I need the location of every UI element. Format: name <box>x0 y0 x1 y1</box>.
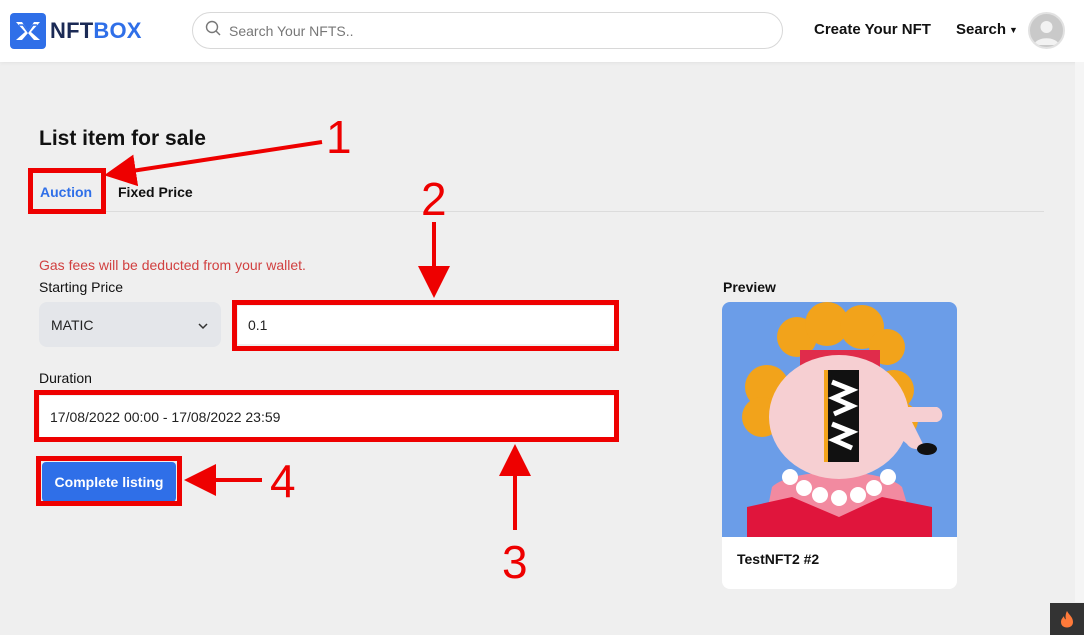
search-icon <box>205 20 221 41</box>
currency-value: MATIC <box>51 316 94 333</box>
avatar-icon <box>1034 21 1059 45</box>
annotation-box-price <box>232 300 619 351</box>
preview-label: Preview <box>723 279 776 295</box>
nft-artwork-image <box>722 302 957 537</box>
search-bar[interactable] <box>192 12 783 49</box>
top-navbar: NFTBOX Create Your NFT Search ▼ <box>0 0 1084 62</box>
logo-text-box: BOX <box>93 18 142 43</box>
annotation-number-4: 4 <box>270 455 296 507</box>
nft-name: TestNFT2 #2 <box>737 551 820 567</box>
nav-search-dropdown[interactable]: Search ▼ <box>956 21 1018 38</box>
avatar[interactable] <box>1028 12 1065 49</box>
logo-text-nft: NFT <box>50 18 94 43</box>
annotation-number-3: 3 <box>502 536 528 588</box>
annotation-box-auction <box>28 168 106 214</box>
starting-price-label: Starting Price <box>39 279 124 295</box>
nav-create-nft-link[interactable]: Create Your NFT <box>814 21 931 38</box>
logo[interactable]: NFTBOX <box>10 13 142 49</box>
tab-divider <box>28 211 1044 212</box>
annotation-number-1: 1 <box>326 111 352 163</box>
scrollbar[interactable] <box>1075 62 1084 602</box>
fire-icon <box>1061 611 1073 628</box>
caret-down-icon: ▼ <box>1009 24 1018 35</box>
duration-label: Duration <box>39 370 92 386</box>
nftbox-logo-icon <box>10 13 46 49</box>
annotation-box-complete <box>36 456 182 506</box>
annotation-box-duration <box>34 390 619 442</box>
search-input[interactable] <box>229 22 749 39</box>
currency-select[interactable]: MATIC <box>39 302 221 347</box>
annotation-number-2: 2 <box>421 173 447 225</box>
nft-preview-card[interactable]: TestNFT2 #2 <box>722 302 957 589</box>
tab-fixed-price[interactable]: Fixed Price <box>118 184 193 200</box>
chevron-down-icon <box>197 317 209 333</box>
nav-search-label: Search <box>956 21 1007 38</box>
logo-text: NFTBOX <box>50 18 142 44</box>
gas-fee-notice: Gas fees will be deducted from your wall… <box>39 257 306 273</box>
fire-button[interactable] <box>1050 603 1084 635</box>
page-title: List item for sale <box>39 127 206 150</box>
